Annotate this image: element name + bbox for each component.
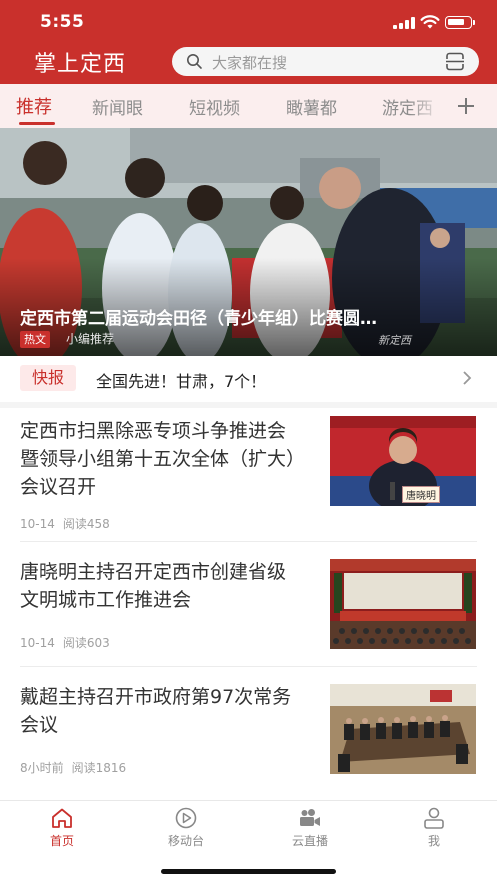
news-item[interactable]: 唐晓明主持召开定西市创建省级文明城市工作推进会 10-14 阅读603 [0, 542, 497, 666]
status-time: 5:55 [40, 12, 85, 32]
active-tab-indicator [19, 122, 55, 125]
play-icon [175, 807, 197, 829]
search-placeholder: 大家都在搜 [212, 54, 288, 72]
news-thumbnail-image [330, 559, 476, 649]
hot-article-badge: 热文 [20, 331, 50, 348]
news-item[interactable]: 戴超主持召开市政府第97次常务会议 8小时前 阅读1816 [0, 667, 497, 790]
hero-title[interactable]: 定西市第二届运动会田径（青少年组）比赛圆… [20, 304, 470, 329]
hero-editor-label: 小编推荐 [66, 332, 115, 346]
search-bar[interactable]: 大家都在搜 [172, 47, 479, 76]
flash-news-bar[interactable]: 快报 全国先进！甘肃，7个！ [0, 356, 497, 402]
news-date: 10-14 [20, 636, 55, 650]
news-thumbnail-image [330, 684, 476, 774]
tab-potato-capital[interactable]: 瞰薯都 [286, 94, 337, 119]
news-thumbnail[interactable] [330, 559, 476, 649]
video-camera-icon [300, 809, 320, 826]
tab-short-video[interactable]: 短视频 [189, 94, 240, 119]
hero-watermark: 新定西 [378, 334, 411, 347]
news-reads: 阅读1816 [71, 761, 127, 775]
nav-me[interactable]: 我 [372, 801, 496, 861]
nav-cloud-live[interactable]: 云直播 [248, 801, 372, 861]
news-title[interactable]: 戴超主持召开市政府第97次常务会议 [20, 683, 300, 739]
news-thumbnail[interactable]: 唐晓明 [330, 416, 476, 506]
app-header: 5:55 掌上定西 大家都在搜 [0, 0, 497, 84]
news-meta: 10-14 阅读603 [20, 634, 110, 651]
nav-home-label: 首页 [49, 834, 74, 848]
flash-text[interactable]: 全国先进！甘肃，7个！ [96, 368, 266, 392]
news-item[interactable]: 定西市扫黑除恶专项斗争推进会暨领导小组第十五次全体（扩大）会议召开 10-14 阅… [0, 408, 497, 542]
search-icon [187, 54, 202, 69]
nav-cloud-live-label: 云直播 [291, 834, 328, 848]
news-meta: 8小时前 阅读1816 [20, 759, 126, 776]
flash-badge: 快报 [20, 365, 76, 391]
tab-fade [410, 84, 448, 128]
status-bar: 5:55 [0, 0, 497, 44]
nav-mobile-station[interactable]: 移动台 [124, 801, 248, 861]
tab-recommend[interactable]: 推荐 [16, 93, 52, 119]
app-title: 掌上定西 [34, 52, 127, 77]
cellular-signal-icon [393, 17, 415, 29]
nav-me-label: 我 [427, 834, 440, 848]
user-icon [424, 807, 444, 829]
news-date: 10-14 [20, 517, 55, 531]
news-title[interactable]: 唐晓明主持召开定西市创建省级文明城市工作推进会 [20, 558, 300, 614]
news-meta: 10-14 阅读458 [20, 515, 110, 532]
thumbnail-caption: 唐晓明 [402, 486, 440, 503]
tab-news-eye[interactable]: 新闻眼 [92, 94, 143, 119]
news-reads: 阅读458 [62, 517, 110, 531]
chevron-right-icon [463, 371, 472, 385]
home-indicator [161, 869, 336, 874]
news-thumbnail[interactable] [330, 684, 476, 774]
battery-icon [445, 16, 475, 29]
hero-banner[interactable]: 定西市第二届运动会田径（青少年组）比赛圆… 热文 小编推荐 新定西 [0, 128, 497, 356]
plus-icon [458, 98, 474, 114]
news-title[interactable]: 定西市扫黑除恶专项斗争推进会暨领导小组第十五次全体（扩大）会议召开 [20, 417, 300, 501]
category-tabs: 推荐 新闻眼 短视频 瞰薯都 游定西 [0, 84, 497, 128]
news-date: 8小时前 [20, 761, 64, 775]
add-channel-button[interactable] [448, 84, 497, 128]
nav-home[interactable]: 首页 [0, 801, 124, 861]
nav-mobile-station-label: 移动台 [167, 834, 204, 848]
home-icon [52, 808, 72, 828]
wifi-icon [420, 15, 440, 29]
news-reads: 阅读603 [62, 636, 110, 650]
scan-icon[interactable] [445, 52, 465, 71]
